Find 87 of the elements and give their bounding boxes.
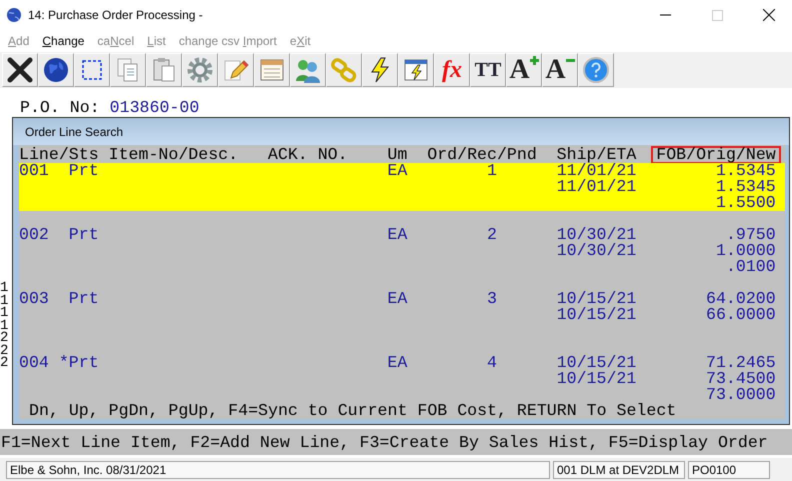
line-number: 003 <box>19 291 50 307</box>
column-header: Line/Sts <box>18 146 100 164</box>
screen-fragment: 1 <box>0 282 10 294</box>
screen-fragment: 1 <box>0 294 10 307</box>
toolbar-button[interactable] <box>38 53 74 87</box>
screen-fragment: 2 <box>0 344 10 357</box>
chain-link-icon <box>331 57 357 83</box>
ship-date: 10/15/21 <box>556 355 636 371</box>
fob-cost: 1.0000 <box>714 243 776 259</box>
unit-of-measure: EA <box>387 227 408 243</box>
order-line-row[interactable]: 002 Prt EA 2 10/30/21 10/30/21 .9750 1.0000 .0100 <box>19 227 785 275</box>
ship-date: 10/15/21 <box>556 371 636 387</box>
screen-fragment: 2 <box>0 357 10 370</box>
status-pane: Elbe & Sohn, Inc. 08/31/2021 <box>6 461 550 479</box>
copy-icon <box>116 57 140 83</box>
ship-date: 11/01/21 <box>556 163 636 179</box>
ship-date: 10/15/21 <box>556 291 636 307</box>
fob-cost: 66.0000 <box>705 307 776 323</box>
po-label: P.O. No: <box>20 99 100 117</box>
fob-cost: 1.5500 <box>714 195 776 211</box>
fob-cost: .0100 <box>724 259 776 275</box>
text-size-icon: TT <box>474 60 502 80</box>
fob-cost: 73.0000 <box>705 387 776 403</box>
window-title: 14: Purchase Order Processing - <box>28 8 204 22</box>
toolbar-button[interactable] <box>74 53 110 87</box>
dialog-title: Order Line Search <box>25 124 124 138</box>
ship-date: 11/01/21 <box>556 179 636 195</box>
screen-fragment: 1 <box>0 307 10 320</box>
quantity: 3 <box>486 291 497 307</box>
ship-date: 10/15/21 <box>556 307 636 323</box>
line-number: 002 <box>19 227 50 243</box>
quantity: 2 <box>486 227 497 243</box>
screen-fragment: 1 <box>0 320 10 332</box>
quantity: 4 <box>486 355 497 371</box>
ship-date: 10/30/21 <box>556 227 636 243</box>
help-icon <box>583 57 609 83</box>
column-header: Ship/ETA <box>556 146 638 164</box>
line-status: Prt <box>68 163 99 179</box>
column-header: Um <box>386 146 408 164</box>
maximize-icon <box>712 10 722 20</box>
line-status: Prt <box>68 291 99 307</box>
fob-cost: 73.4500 <box>705 371 776 387</box>
column-header: Item-No/Desc. <box>108 146 240 164</box>
line-number: 001 <box>19 163 50 179</box>
lightning-icon <box>369 57 391 83</box>
toolbar-button[interactable]: TT <box>470 53 506 87</box>
function-icon: fx <box>442 58 462 82</box>
fob-cost: 71.2465 <box>705 355 776 371</box>
status-pane: PO0100 <box>688 461 770 479</box>
po-number: 013860-00 <box>110 99 200 117</box>
fob-cost: .9750 <box>726 227 776 243</box>
column-header: ACK. NO. <box>266 146 349 164</box>
fob-cost: 1.5345 <box>714 179 776 195</box>
app-globe-icon <box>6 7 22 23</box>
ship-date: 10/30/21 <box>556 243 636 259</box>
menu-item[interactable]: Change <box>42 34 84 48</box>
selection-icon <box>82 60 102 80</box>
dialog-key-hints: Dn, Up, PgDn, PgUp, F4=Sync to Current FOB Cost, RETURN To Select <box>28 403 678 419</box>
unit-of-measure: EA <box>387 291 408 307</box>
line-status: *Prt <box>58 355 99 371</box>
clipboard-icon <box>152 57 176 83</box>
order-line-row[interactable]: 001 Prt EA 1 11/01/21 11/01/21 1.5345 1.5345 1.5500 <box>19 163 785 211</box>
settings-icon <box>187 57 213 83</box>
minimize-icon <box>660 14 670 16</box>
order-line-row[interactable]: 003 Prt EA 3 10/15/21 10/15/21 64.0200 66.0000 <box>19 291 785 339</box>
toolbar-button[interactable]: fx <box>434 53 470 87</box>
close-icon <box>763 9 775 21</box>
window-icon <box>259 57 285 83</box>
status-pane: 001 DLM at DEV2DLM <box>553 461 685 479</box>
unit-of-measure: EA <box>387 163 408 179</box>
unit-of-measure: EA <box>387 355 408 371</box>
toolbar-button[interactable] <box>362 53 398 87</box>
close-icon <box>7 57 33 83</box>
fob-cost: 64.0200 <box>705 291 776 307</box>
function-key-hints: F1=Next Line Item, F2=Add New Line, F3=Create By Sales Hist, F5=Display Order <box>1 432 768 452</box>
line-number: 004 <box>19 355 50 371</box>
globe-icon <box>43 57 69 83</box>
users-icon <box>294 57 322 83</box>
column-header: Ord/Rec/Pnd <box>426 146 538 164</box>
line-status: Prt <box>68 227 99 243</box>
window-lightning-icon <box>403 57 429 83</box>
fob-cost: 1.5345 <box>716 163 776 179</box>
order-line-row[interactable]: 004 *Prt EA 4 10/15/21 10/15/21 71.2465 73.4500 73.0000 <box>19 355 785 403</box>
toolbar-button[interactable] <box>2 53 38 87</box>
screen-fragment: 2 <box>0 332 10 344</box>
toolbar-button[interactable] <box>398 53 434 87</box>
quantity: 1 <box>486 163 497 179</box>
